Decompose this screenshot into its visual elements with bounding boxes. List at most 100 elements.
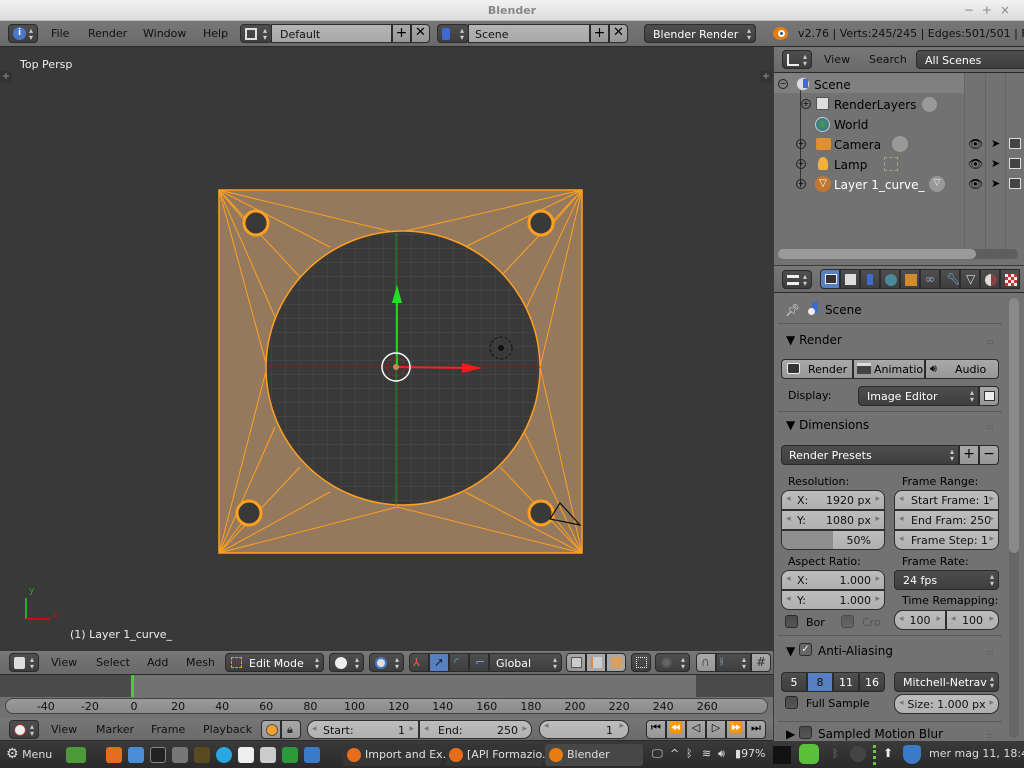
3d-viewport[interactable]: Top Persp + + y x (1) Layer 1_curve_ (0, 47, 773, 651)
use-preview-range-button[interactable] (261, 720, 281, 739)
translate-manipulator-button[interactable]: ➚ (429, 653, 449, 672)
jump-end-button[interactable]: ⏭ (746, 720, 766, 739)
window-controls[interactable]: −+× (964, 3, 1018, 17)
play-reverse-button[interactable]: ◁ (686, 720, 706, 739)
dimensions-panel-header[interactable]: ▼ Dimensions (786, 418, 869, 432)
tab-data[interactable]: ▽ (960, 269, 980, 289)
update-manager-tray-icon[interactable] (799, 744, 819, 764)
renderable-camera-icon[interactable] (1009, 138, 1021, 149)
jump-start-button[interactable]: ⏮ (646, 720, 666, 739)
menu-search[interactable]: Search (869, 53, 907, 66)
properties-scrollbar[interactable] (1009, 298, 1019, 738)
timeline[interactable]: -40 -20 0 20 40 60 80 100 120 140 160 180 200 220 240 2… (0, 675, 773, 718)
scene-field[interactable]: Scene (468, 24, 590, 43)
wifi-icon[interactable]: ≋ (702, 747, 711, 760)
outliner-item-lamp[interactable]: + Lamp 👁︎ ➤ (774, 154, 1024, 174)
resolution-x-field[interactable]: X: 1920 px (781, 490, 885, 510)
outliner-horizontal-scrollbar[interactable] (778, 249, 1018, 259)
aa-sample-5-button[interactable]: 5 (781, 672, 807, 692)
menu-frame[interactable]: Frame (151, 723, 185, 736)
menu-render[interactable]: Render (88, 27, 127, 40)
anti-aliasing-checkbox[interactable]: ✓ (799, 643, 812, 656)
aspect-y-field[interactable]: Y: 1.000 (781, 590, 885, 610)
editor-type-3dview-button[interactable]: ▴ ▾ (9, 653, 39, 672)
tab-object[interactable] (900, 269, 920, 289)
crop-checkbox[interactable] (841, 615, 854, 628)
aa-filter-select[interactable]: Mitchell-Netrav ▴ ▾ (894, 672, 999, 692)
calc-spreadsheet-launcher-icon[interactable] (282, 747, 298, 763)
outliner-item-world[interactable]: World (774, 114, 1024, 134)
add-scene-button[interactable]: + (590, 24, 609, 43)
terminal-launcher-icon[interactable] (150, 747, 166, 763)
upload-arrow-icon[interactable]: ⬆ (883, 746, 893, 760)
mode-select[interactable]: Edit Mode ▴ ▾ (225, 653, 324, 672)
aa-size-field[interactable]: Size: 1.000 px (894, 694, 999, 714)
disk-launcher-icon[interactable] (172, 747, 188, 763)
editor-type-outliner-button[interactable]: ▴ ▾ (782, 50, 812, 69)
current-frame-indicator[interactable] (131, 675, 134, 697)
tab-render[interactable] (820, 269, 840, 289)
expand-icon[interactable]: + (796, 139, 806, 149)
jump-keyframe-forward-button[interactable]: ⏩ (726, 720, 746, 739)
writer-launcher-icon[interactable] (304, 747, 320, 763)
panel-grip-icon[interactable]: :::: (986, 422, 994, 431)
motion-blur-checkbox[interactable] (799, 726, 812, 739)
start-frame-field[interactable]: Start Frame: 1 (894, 490, 999, 510)
limit-selection-button[interactable] (631, 653, 651, 672)
time-remap-new-field[interactable]: 100 (946, 610, 999, 630)
selectable-cursor-icon[interactable]: ➤ (991, 137, 1000, 150)
editor-type-properties-button[interactable]: ▴ ▾ (782, 270, 812, 289)
outliner-item-layer1-curve[interactable]: + ▽ Layer 1_curve_ ▽ 👁︎ ➤ (774, 174, 1024, 194)
full-sample-checkbox[interactable] (785, 696, 798, 709)
scrollbar-thumb[interactable] (1009, 298, 1019, 553)
panel-grip-icon[interactable]: :::: (986, 337, 994, 346)
menu-view[interactable]: View (51, 656, 77, 669)
aa-sample-16-button[interactable]: 16 (859, 672, 885, 692)
tab-render-layers[interactable] (840, 269, 860, 289)
tab-world[interactable] (880, 269, 900, 289)
scale-manipulator-button[interactable]: ⌐ (469, 653, 489, 672)
menu-select[interactable]: Select (96, 656, 130, 669)
remove-preset-button[interactable]: − (979, 445, 999, 465)
aspect-x-field[interactable]: X: 1.000 (781, 570, 885, 590)
render-button[interactable]: Render (781, 359, 853, 379)
current-frame-field[interactable]: 1 (539, 720, 629, 739)
task-blender[interactable]: Blender (545, 744, 643, 766)
menu-view[interactable]: View (51, 723, 77, 736)
bluetooth-icon[interactable]: ᛒ (686, 747, 693, 760)
text-editor-launcher-icon[interactable] (238, 747, 254, 763)
tab-scene[interactable] (860, 269, 880, 289)
edge-select-mode-button[interactable] (586, 653, 606, 672)
expand-icon[interactable]: + (796, 179, 806, 189)
menu-window[interactable]: Window (143, 27, 186, 40)
visibility-eye-icon[interactable]: 👁︎ (968, 157, 983, 171)
render-engine-select[interactable]: Blender Render ▴ ▾ (644, 24, 756, 43)
lock-interface-button[interactable] (979, 386, 999, 406)
display-select[interactable]: Image Editor ▴ ▾ (858, 386, 979, 406)
time-remap-old-field[interactable]: 100 (894, 610, 946, 630)
jump-keyframe-back-button[interactable]: ⏪ (666, 720, 686, 739)
play-button[interactable]: ▷ (706, 720, 726, 739)
pivot-point-select[interactable]: ▴ ▾ (369, 653, 404, 672)
bluetooth-tray-icon[interactable]: ᛒ (832, 747, 839, 760)
menu-add[interactable]: Add (147, 656, 168, 669)
frame-rate-select[interactable]: 24 fps ▴ ▾ (894, 570, 999, 590)
renderable-camera-icon[interactable] (1009, 158, 1021, 169)
end-frame-field[interactable]: End Fram: 250 (894, 510, 999, 530)
menu-help[interactable]: Help (203, 27, 228, 40)
resolution-percentage-slider[interactable]: 50% (781, 530, 885, 550)
battery-indicator[interactable]: ▮97% (735, 747, 766, 760)
rotate-manipulator-button[interactable]: ◜ (449, 653, 469, 672)
snap-element-select[interactable]: ⫲ ▴ ▾ (716, 653, 751, 672)
outliner-item-renderlayers[interactable]: + RenderLayers (774, 94, 1024, 114)
end-frame-field[interactable]: End: 250 (419, 720, 532, 739)
menu-file[interactable]: File (51, 27, 69, 40)
expand-icon[interactable]: + (801, 99, 811, 109)
vertex-select-mode-button[interactable] (566, 653, 586, 672)
security-shield-icon[interactable] (903, 745, 921, 764)
skype-launcher-icon[interactable] (216, 747, 232, 763)
menu-view[interactable]: View (824, 53, 850, 66)
firefox-launcher-icon[interactable] (106, 747, 122, 763)
add-preset-button[interactable]: + (959, 445, 979, 465)
timeline-scrollbar[interactable]: -40 -20 0 20 40 60 80 100 120 140 160 180 200 220 240 2… (5, 698, 768, 714)
